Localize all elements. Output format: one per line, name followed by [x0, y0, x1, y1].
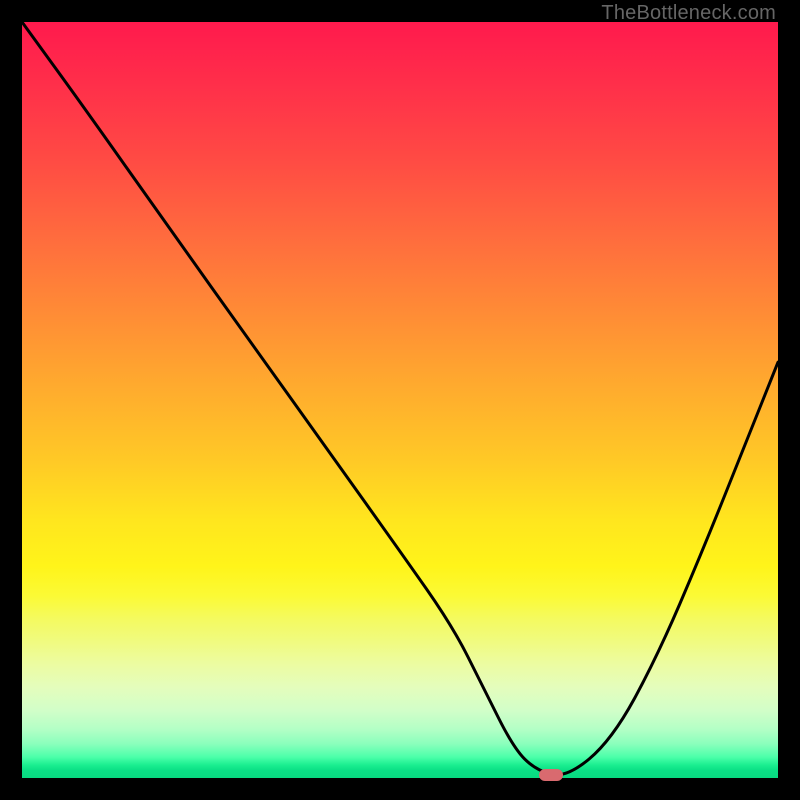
watermark-text: TheBottleneck.com	[601, 2, 776, 25]
bottleneck-curve	[22, 22, 778, 778]
chart-frame: TheBottleneck.com	[0, 0, 800, 800]
optimal-marker	[539, 769, 563, 781]
plot-area	[22, 22, 778, 778]
